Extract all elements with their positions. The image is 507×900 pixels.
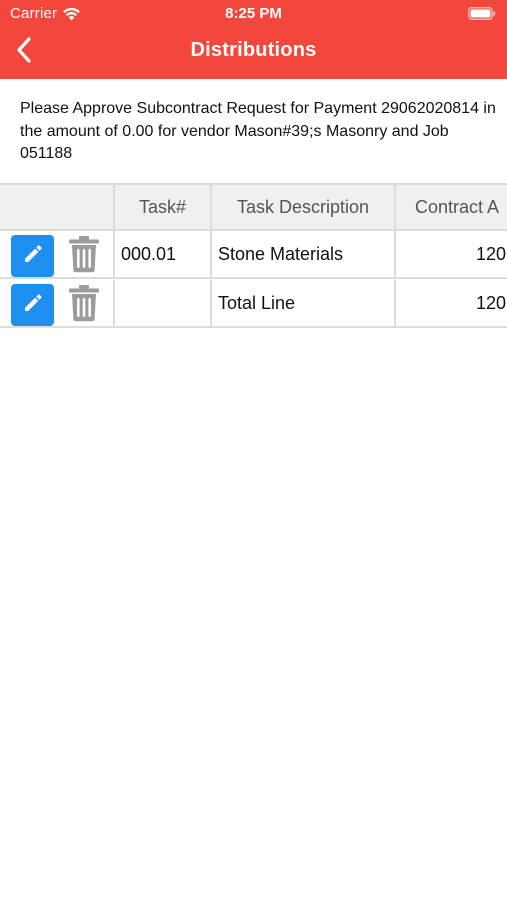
pencil-icon bbox=[22, 243, 44, 270]
table-row: 000.01 Stone Materials 120 bbox=[0, 231, 507, 279]
clock: 8:25 PM bbox=[225, 5, 282, 22]
trash-icon bbox=[68, 284, 100, 327]
edit-button[interactable] bbox=[11, 284, 54, 326]
column-header-task: Task# bbox=[113, 185, 210, 229]
column-header-contract-amount: Contract A bbox=[394, 185, 507, 229]
navigation-bar: Distributions bbox=[0, 28, 507, 79]
task-description-cell: Total Line bbox=[210, 280, 394, 326]
delete-button[interactable] bbox=[66, 235, 102, 278]
table-row: Total Line 120 bbox=[0, 280, 507, 328]
page-title: Distributions bbox=[190, 39, 317, 61]
row-actions bbox=[0, 280, 113, 326]
edit-button[interactable] bbox=[11, 235, 54, 277]
contract-amount-cell: 120 bbox=[394, 280, 507, 326]
contract-amount-cell: 120 bbox=[394, 231, 507, 277]
table-header-row: Task# Task Description Contract A bbox=[0, 183, 507, 231]
approval-message: Please Approve Subcontract Request for P… bbox=[20, 100, 496, 162]
pencil-icon bbox=[22, 292, 44, 319]
row-actions bbox=[0, 231, 113, 277]
status-bar: Carrier 8:25 PM bbox=[0, 0, 507, 28]
task-number-cell: 000.01 bbox=[113, 231, 210, 277]
app-header: Carrier 8:25 PM Distributions bbox=[0, 0, 507, 79]
distributions-table: Task# Task Description Contract A 000.01… bbox=[0, 183, 507, 330]
trash-icon bbox=[68, 235, 100, 278]
task-description-cell: Stone Materials bbox=[210, 231, 394, 277]
actions-column-header bbox=[0, 185, 113, 229]
column-header-description: Task Description bbox=[210, 185, 394, 229]
delete-button[interactable] bbox=[66, 284, 102, 327]
battery-icon bbox=[468, 7, 496, 20]
task-number-cell bbox=[113, 280, 210, 326]
